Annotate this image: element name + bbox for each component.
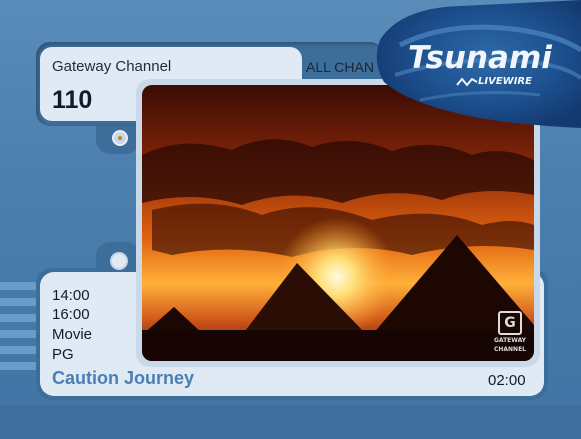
channel-number: 110 [52, 86, 93, 114]
watermark-line2: CHANNEL [493, 346, 527, 353]
signal-wave-icon [456, 77, 478, 87]
program-duration: 02:00 [488, 372, 526, 389]
indicator-light-icon [112, 130, 128, 146]
program-rating: PG [52, 346, 74, 363]
channel-name: Gateway Channel [52, 58, 172, 75]
gateway-channel-watermark: G GATEWAY CHANNEL [492, 311, 528, 353]
brand-subtitle: LIVEWIRE [478, 76, 532, 87]
program-end-time: 16:00 [52, 306, 90, 323]
watermark-line1: GATEWAY [493, 337, 527, 344]
indicator-ring-icon [110, 252, 128, 270]
brand-name: Tsunami [408, 40, 552, 76]
background-footer [0, 405, 581, 439]
program-genre: Movie [52, 326, 93, 343]
program-start-time: 14:00 [52, 287, 90, 304]
gateway-logo-icon: G [498, 311, 522, 335]
channel-filter-label[interactable]: ALL CHAN [306, 59, 374, 75]
program-title: Caution Journey [52, 368, 195, 388]
